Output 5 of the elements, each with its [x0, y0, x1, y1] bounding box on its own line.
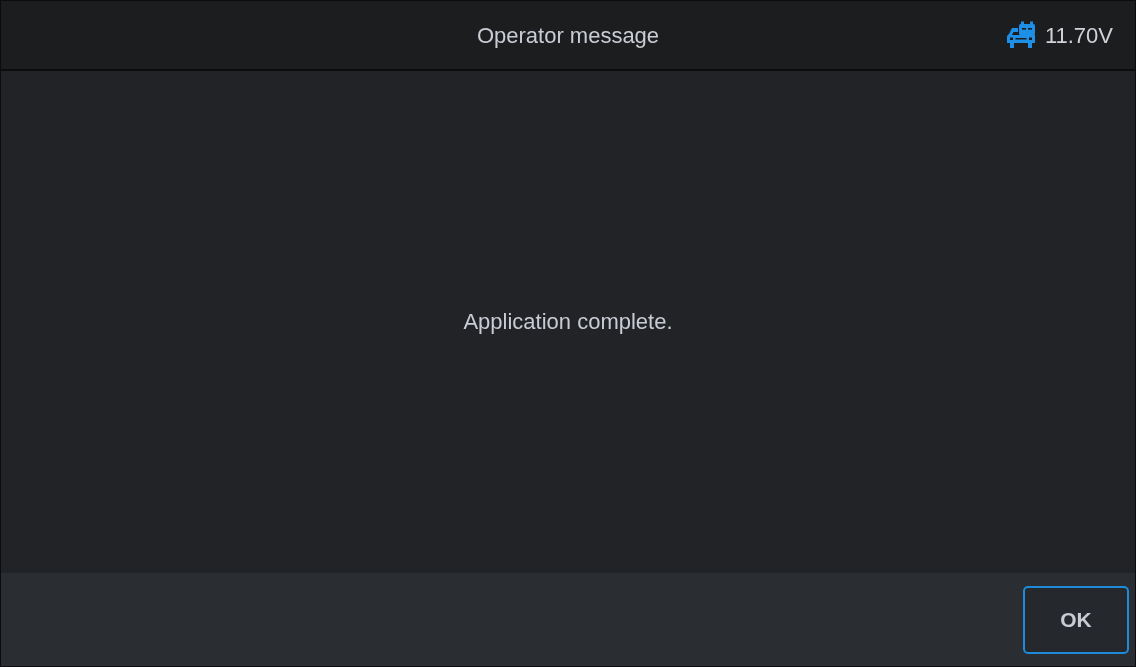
message-text: Application complete.: [463, 307, 673, 336]
voltage-reading: 11.70V: [1044, 21, 1113, 50]
ok-button[interactable]: OK: [1023, 585, 1129, 654]
window-title: Operator message: [476, 21, 660, 50]
car-battery-icon: [1005, 21, 1036, 49]
